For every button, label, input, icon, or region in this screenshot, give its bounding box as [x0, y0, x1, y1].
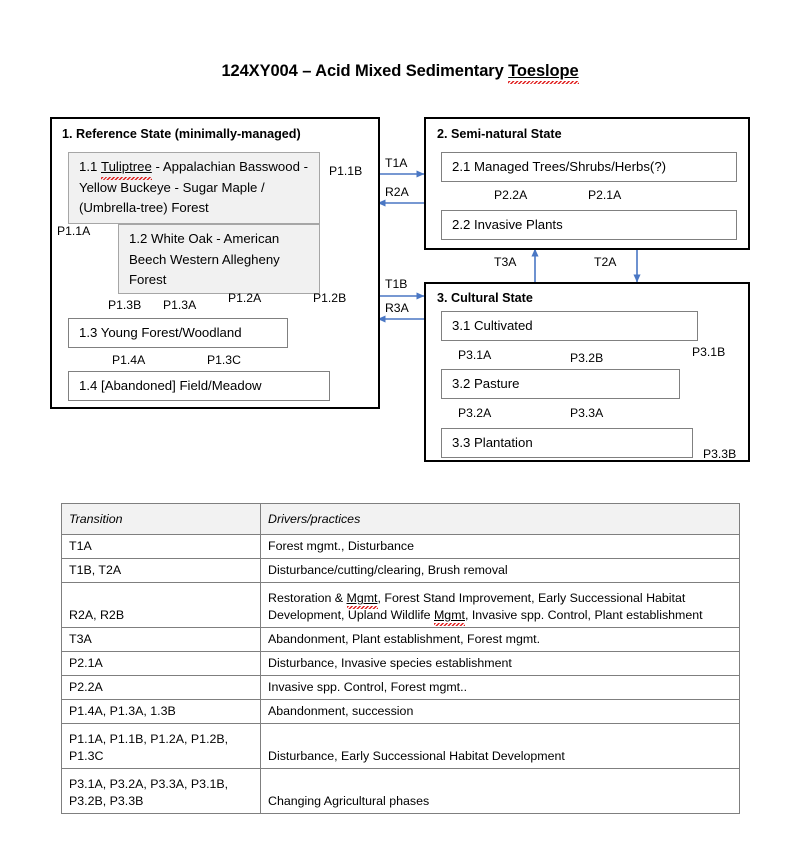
table-row: P2.1A Disturbance, Invasive species estab…: [61, 651, 740, 676]
arrow-label-p1-2a: P1.2A: [228, 291, 262, 305]
phase-3-1-text: 3.1 Cultivated: [452, 317, 533, 333]
cell-transition: R2A, R2B: [61, 582, 261, 628]
state-and-transition-diagram: 1. Reference State (minimally-managed) 1…: [0, 0, 800, 500]
table-row: P3.1A, P3.2A, P3.3A, P3.1B, P3.2B, P3.3B C…: [61, 768, 740, 814]
cell-transition: P3.1A, P3.2A, P3.3A, P3.1B, P3.2B, P3.3B: [61, 768, 261, 814]
arrow-label-p3-3b: P3.3B: [703, 447, 737, 461]
transition-drivers-table: Transition Drivers/practices T1A Forest m…: [61, 503, 740, 814]
phase-1-1-misspelled-word: Tuliptree: [101, 157, 152, 179]
arrow-label-p1-2b: P1.2B: [313, 291, 347, 305]
arrow-label-p3-2a: P3.2A: [458, 406, 492, 420]
arrow-label-t3a: T3A: [494, 255, 517, 269]
arrow-label-p1-1b: P1.1B: [329, 164, 363, 178]
arrow-label-r2a: R2A: [385, 185, 409, 199]
phase-box-3-1: 3.1 Cultivated: [441, 311, 698, 341]
table-row: P1.1A, P1.1B, P1.2A, P1.2B, P1.3C Disturba…: [61, 723, 740, 769]
cell-drivers: Abandonment, succession: [260, 699, 740, 724]
cell-drivers: Disturbance, Early Successional Habitat …: [260, 723, 740, 769]
table-header-row: Transition Drivers/practices: [61, 503, 740, 535]
table-row: T1B, T2A Disturbance/cutting/clearing, Br…: [61, 558, 740, 583]
arrow-label-p2-1a: P2.1A: [588, 188, 622, 202]
phase-3-2-text: 3.2 Pasture: [452, 375, 520, 391]
table-row: P2.2A Invasive spp. Control, Forest mgmt.…: [61, 675, 740, 700]
phase-1-3-text: 1.3 Young Forest/Woodland: [79, 324, 242, 340]
cell-transition: T1B, T2A: [61, 558, 261, 583]
phase-box-1-4: 1.4 [Abandoned] Field/Meadow: [68, 371, 330, 401]
arrow-label-p1-3c: P1.3C: [207, 353, 241, 367]
arrow-label-p3-2b: P3.2B: [570, 351, 604, 365]
arrow-label-p3-1a: P3.1A: [458, 348, 492, 362]
cell-transition: P1.1A, P1.1B, P1.2A, P1.2B, P1.3C: [61, 723, 261, 769]
arrow-label-t2a: T2A: [594, 255, 617, 269]
arrow-label-t1b: T1B: [385, 277, 408, 291]
arrow-label-p1-1a: P1.1A: [57, 224, 91, 238]
state-title-semi-natural: 2. Semi-natural State: [437, 127, 562, 141]
cell-drivers: Disturbance, Invasive species establishm…: [260, 651, 740, 676]
column-header-drivers: Drivers/practices: [260, 503, 740, 535]
phase-box-2-1: 2.1 Managed Trees/Shrubs/Herbs(?): [441, 152, 737, 182]
cell-drivers: Changing Agricultural phases: [260, 768, 740, 814]
phase-box-1-1: 1.1 Tuliptree - Appalachian Basswood - Y…: [68, 152, 320, 224]
cell-drivers: Invasive spp. Control, Forest mgmt..: [260, 675, 740, 700]
arrow-label-p1-3a: P1.3A: [163, 298, 197, 312]
arrow-label-p1-4a: P1.4A: [112, 353, 146, 367]
misspelled-word: Mgmt: [433, 608, 465, 626]
state-title-cultural: 3. Cultural State: [437, 291, 533, 305]
arrow-label-t1a: T1A: [385, 156, 408, 170]
phase-1-1-number: 1.1: [79, 159, 101, 174]
phase-3-3-text: 3.3 Plantation: [452, 434, 533, 450]
arrow-label-p3-1b: P3.1B: [692, 345, 726, 359]
state-title-reference: 1. Reference State (minimally-managed): [62, 127, 301, 141]
phase-1-2-text: 1.2 White Oak - American Beech Western A…: [129, 231, 280, 287]
arrow-label-p3-3a: P3.3A: [570, 406, 604, 420]
column-header-transition: Transition: [61, 503, 261, 535]
phase-box-2-2: 2.2 Invasive Plants: [441, 210, 737, 240]
phase-2-1-text: 2.1 Managed Trees/Shrubs/Herbs(?): [452, 158, 667, 174]
cell-transition: T1A: [61, 534, 261, 559]
cell-drivers: Abandonment, Plant establishment, Forest…: [260, 627, 740, 652]
phase-box-1-2: 1.2 White Oak - American Beech Western A…: [118, 224, 320, 294]
table-row: T1A Forest mgmt., Disturbance: [61, 534, 740, 559]
phase-1-4-text: 1.4 [Abandoned] Field/Meadow: [79, 377, 262, 393]
phase-box-3-2: 3.2 Pasture: [441, 369, 680, 399]
cell-drivers: Disturbance/cutting/clearing, Brush remo…: [260, 558, 740, 583]
misspelled-word: Mgmt: [346, 591, 378, 609]
phase-2-2-text: 2.2 Invasive Plants: [452, 216, 563, 232]
phase-box-1-3: 1.3 Young Forest/Woodland: [68, 318, 288, 348]
cell-transition: P2.2A: [61, 675, 261, 700]
table-row: R2A, R2B Restoration & Mgmt, Forest Stand…: [61, 582, 740, 628]
arrow-label-r3a: R3A: [385, 301, 409, 315]
table-row: P1.4A, P1.3A, 1.3B Abandonment, successio…: [61, 699, 740, 724]
cell-transition: P1.4A, P1.3A, 1.3B: [61, 699, 261, 724]
cell-transition: T3A: [61, 627, 261, 652]
phase-box-3-3: 3.3 Plantation: [441, 428, 693, 458]
cell-transition: P2.1A: [61, 651, 261, 676]
arrow-label-p1-3b: P1.3B: [108, 298, 142, 312]
cell-drivers: Restoration & Mgmt, Forest Stand Improve…: [260, 582, 740, 628]
arrow-label-p2-2a: P2.2A: [494, 188, 528, 202]
table-row: T3A Abandonment, Plant establishment, For…: [61, 627, 740, 652]
cell-drivers: Forest mgmt., Disturbance: [260, 534, 740, 559]
